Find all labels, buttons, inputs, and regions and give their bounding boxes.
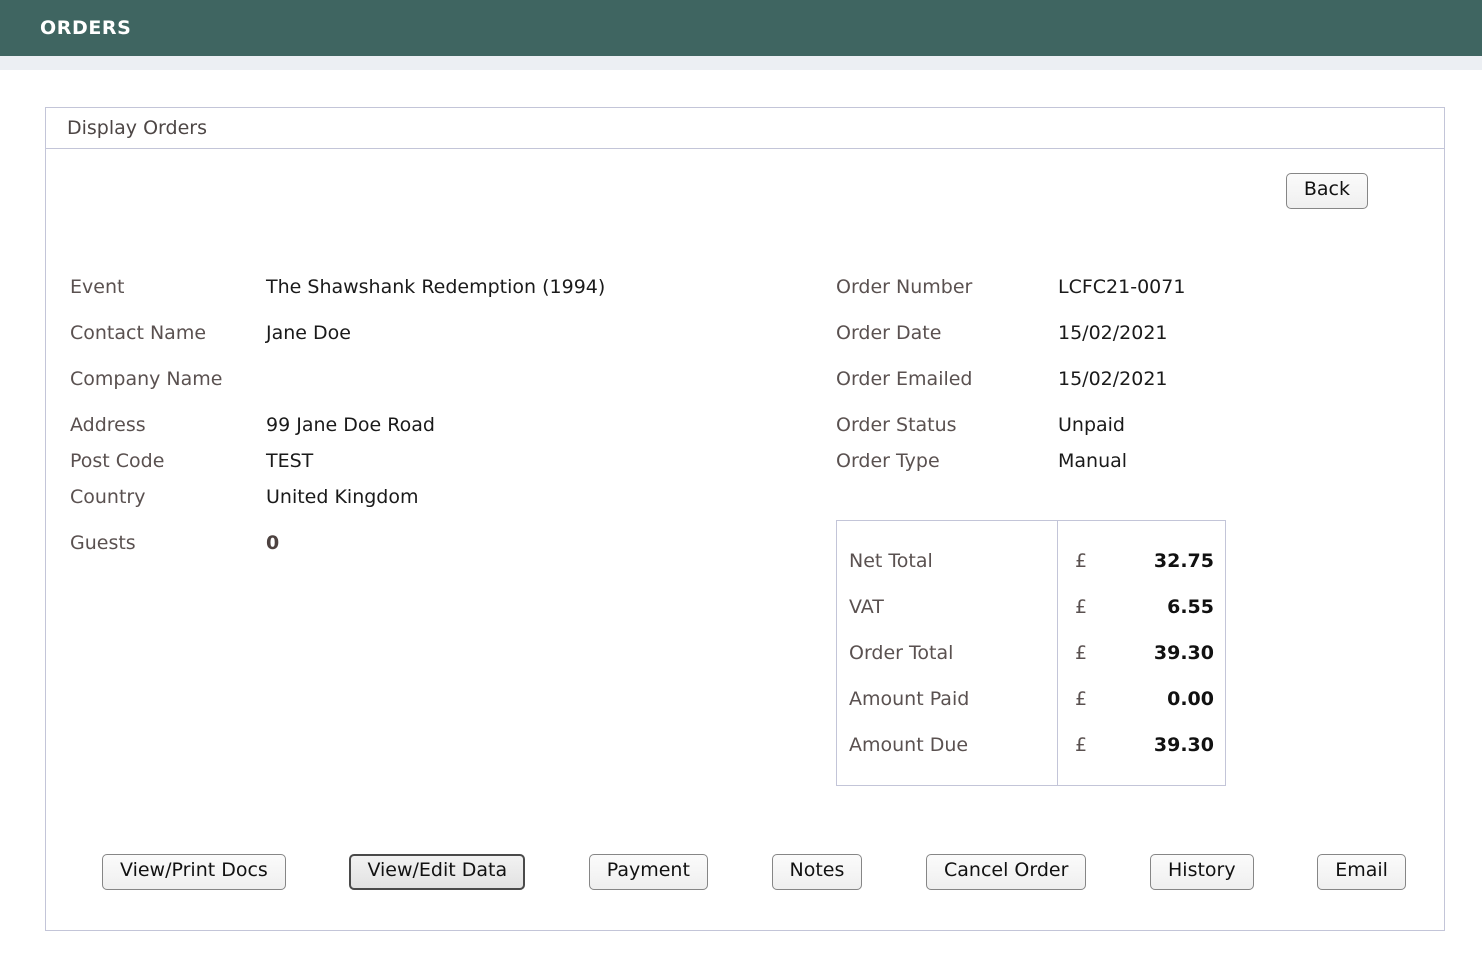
field-label: Order Number [836,276,973,298]
field-value: 15/02/2021 [1058,322,1168,344]
cancel-order-button[interactable]: Cancel Order [926,854,1087,890]
history-button[interactable]: History [1150,854,1254,890]
field-value: Jane Doe [266,322,351,344]
totals-label: VAT [849,596,884,618]
field-row-contact-name: Contact Name Jane Doe [70,322,810,368]
field-row-guests: Guests 0 [70,532,810,568]
totals-amount: 0.00 [1167,688,1214,710]
currency-symbol: £ [1074,550,1088,572]
totals-label: Amount Due [849,734,969,756]
panel-header: Display Orders [46,108,1444,149]
view-edit-data-button[interactable]: View/Edit Data [349,854,526,890]
order-totals-table: Net Total VAT Order Total Amount Paid Am… [836,520,1226,786]
currency-symbol: £ [1074,688,1088,710]
back-button[interactable]: Back [1285,173,1368,209]
panel-body: Back Event The Shawshank Redemption (199… [46,149,1444,930]
totals-row-vat: VAT [849,584,1057,630]
field-value: United Kingdom [266,486,419,508]
totals-value-net-total: £ 32.75 [1058,538,1225,584]
totals-values-column: £ 32.75 £ 6.55 £ 39.30 £ 0.00 £ 39.30 [1058,521,1225,785]
field-row-order-emailed: Order Emailed 15/02/2021 [836,368,1396,414]
field-label: Order Type [836,450,940,472]
field-label: Guests [70,532,136,554]
totals-value-amount-paid: £ 0.00 [1058,676,1225,722]
order-details-right: Order Number LCFC21-0071 Order Date 15/0… [836,276,1396,486]
field-value: The Shawshank Redemption (1994) [266,276,606,298]
field-label: Company Name [70,368,223,390]
field-label: Contact Name [70,322,207,344]
totals-label: Net Total [849,550,933,572]
totals-labels-column: Net Total VAT Order Total Amount Paid Am… [837,521,1058,785]
back-button-row: Back [1285,173,1368,209]
currency-symbol: £ [1074,642,1088,664]
field-row-order-type: Order Type Manual [836,450,1396,486]
totals-label: Order Total [849,642,954,664]
field-value: 0 [266,532,280,554]
field-row-address: Address 99 Jane Doe Road [70,414,810,450]
field-row-company-name: Company Name [70,368,810,414]
field-row-order-number: Order Number LCFC21-0071 [836,276,1396,322]
field-label: Country [70,486,146,508]
order-details-left: Event The Shawshank Redemption (1994) Co… [70,276,810,568]
totals-row-net-total: Net Total [849,538,1057,584]
field-value: Unpaid [1058,414,1125,436]
totals-value-vat: £ 6.55 [1058,584,1225,630]
field-value: 15/02/2021 [1058,368,1168,390]
action-button-bar: View/Print Docs View/Edit Data Payment N… [102,854,1406,890]
email-button[interactable]: Email [1317,854,1406,890]
totals-row-amount-due: Amount Due [849,722,1057,768]
app-header: ORDERS [0,0,1482,56]
field-value: Manual [1058,450,1128,472]
field-label: Order Emailed [836,368,973,390]
field-label: Order Status [836,414,957,436]
totals-amount: 6.55 [1167,596,1214,618]
app-title: ORDERS [40,17,132,39]
payment-button[interactable]: Payment [588,854,708,890]
totals-amount: 32.75 [1153,550,1214,572]
totals-value-order-total: £ 39.30 [1058,630,1225,676]
field-label: Event [70,276,125,298]
header-underbar [0,56,1482,70]
field-row-order-status: Order Status Unpaid [836,414,1396,450]
view-print-docs-button[interactable]: View/Print Docs [102,854,286,890]
field-label: Address [70,414,146,436]
field-spacer [70,522,810,532]
field-value: TEST [266,450,314,472]
field-row-post-code: Post Code TEST [70,450,810,486]
field-label: Post Code [70,450,165,472]
currency-symbol: £ [1074,734,1088,756]
field-value: LCFC21-0071 [1058,276,1186,298]
currency-symbol: £ [1074,596,1088,618]
totals-amount: 39.30 [1153,642,1214,664]
field-row-country: Country United Kingdom [70,486,810,522]
display-orders-panel: Display Orders Back Event The Shawshank … [45,107,1445,931]
totals-row-amount-paid: Amount Paid [849,676,1057,722]
notes-button[interactable]: Notes [771,854,863,890]
totals-value-amount-due: £ 39.30 [1058,722,1225,768]
panel-title: Display Orders [67,117,207,139]
totals-label: Amount Paid [849,688,970,710]
totals-amount: 39.30 [1153,734,1214,756]
field-value: 99 Jane Doe Road [266,414,435,436]
totals-row-order-total: Order Total [849,630,1057,676]
field-label: Order Date [836,322,942,344]
field-row-event: Event The Shawshank Redemption (1994) [70,276,810,322]
field-row-order-date: Order Date 15/02/2021 [836,322,1396,368]
